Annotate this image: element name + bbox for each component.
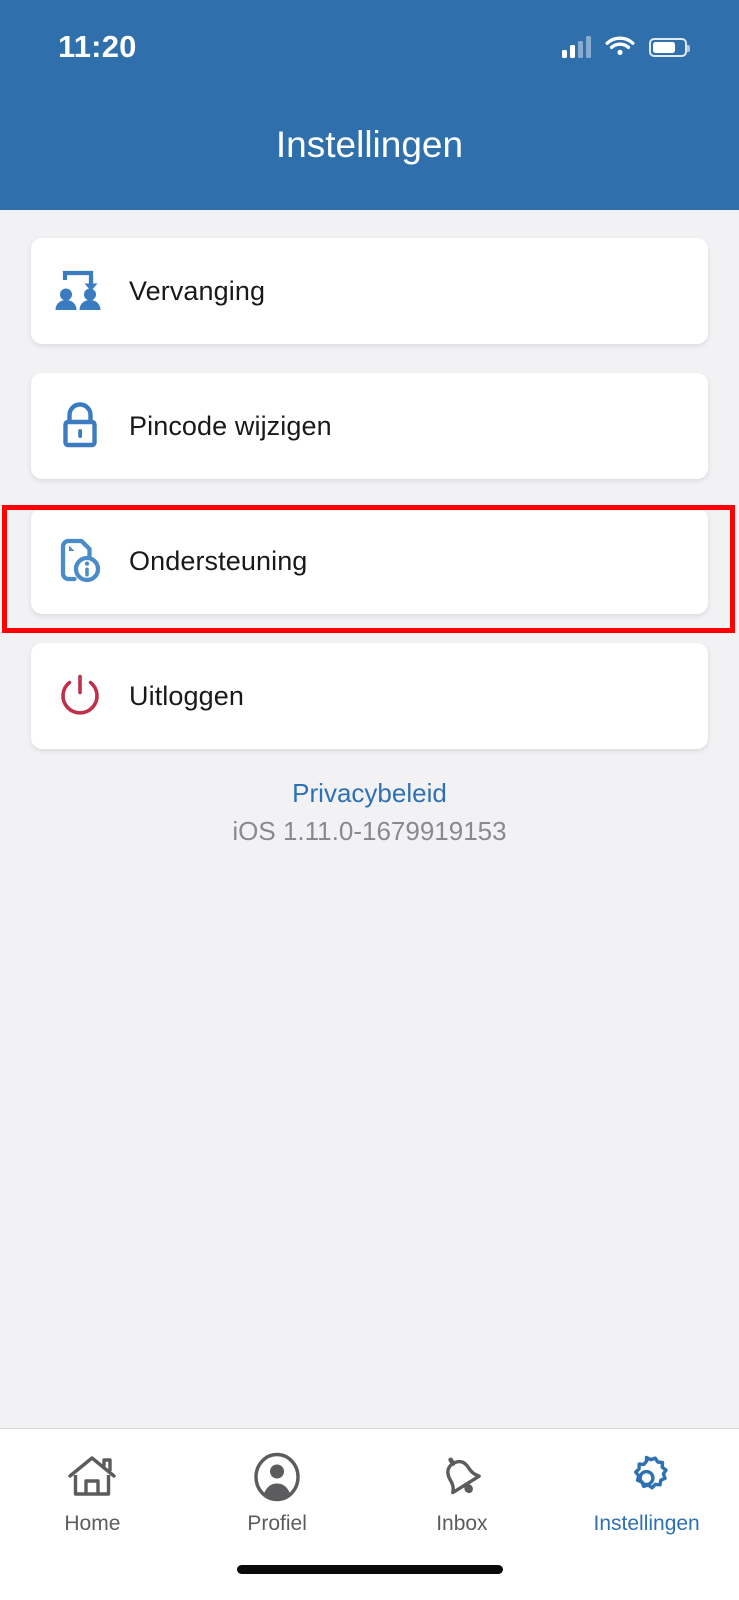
settings-item-vervanging[interactable]: Vervanging [31,238,708,344]
bell-icon [437,1451,487,1503]
tab-label: Instellingen [594,1512,700,1536]
app-header: 11:20 Instellingen [0,0,739,210]
tab-label: Home [64,1512,120,1536]
tab-label: Profiel [247,1512,307,1536]
settings-item-label: Uitloggen [129,681,244,712]
home-indicator[interactable] [237,1565,503,1574]
lock-icon [31,373,129,479]
phone-screen: 11:20 Instellingen [0,0,739,1600]
settings-item-ondersteuning[interactable]: Ondersteuning [31,508,708,614]
battery-icon [649,38,687,57]
home-icon [66,1451,118,1503]
tab-home[interactable]: Home [0,1451,185,1536]
status-bar: 11:20 [0,24,739,70]
tab-inbox[interactable]: Inbox [370,1451,555,1536]
app-version-label: iOS 1.11.0-1679919153 [0,816,739,847]
tab-profiel[interactable]: Profiel [185,1451,370,1536]
privacy-policy-link[interactable]: Privacybeleid [0,778,739,809]
document-info-icon [31,508,129,614]
settings-list: Vervanging Pincode wijzigen [0,238,739,778]
footer-meta: Privacybeleid iOS 1.11.0-1679919153 [0,778,739,847]
status-time: 11:20 [58,29,137,65]
tab-instellingen[interactable]: Instellingen [554,1451,739,1536]
settings-item-uitloggen[interactable]: Uitloggen [31,643,708,749]
page-title: Instellingen [0,124,739,166]
cellular-signal-icon [562,36,591,58]
profile-icon [253,1451,301,1503]
settings-item-label: Vervanging [129,276,265,307]
settings-item-pincode-wijzigen[interactable]: Pincode wijzigen [31,373,708,479]
power-icon [31,643,129,749]
user-replacement-icon [31,238,129,344]
settings-item-label: Ondersteuning [129,546,307,577]
status-icons [562,34,687,61]
gear-icon [622,1451,672,1503]
wifi-icon [605,34,635,61]
tab-label: Inbox [436,1512,487,1536]
settings-item-label: Pincode wijzigen [129,411,332,442]
bottom-tab-bar: Home Profiel [0,1428,739,1600]
